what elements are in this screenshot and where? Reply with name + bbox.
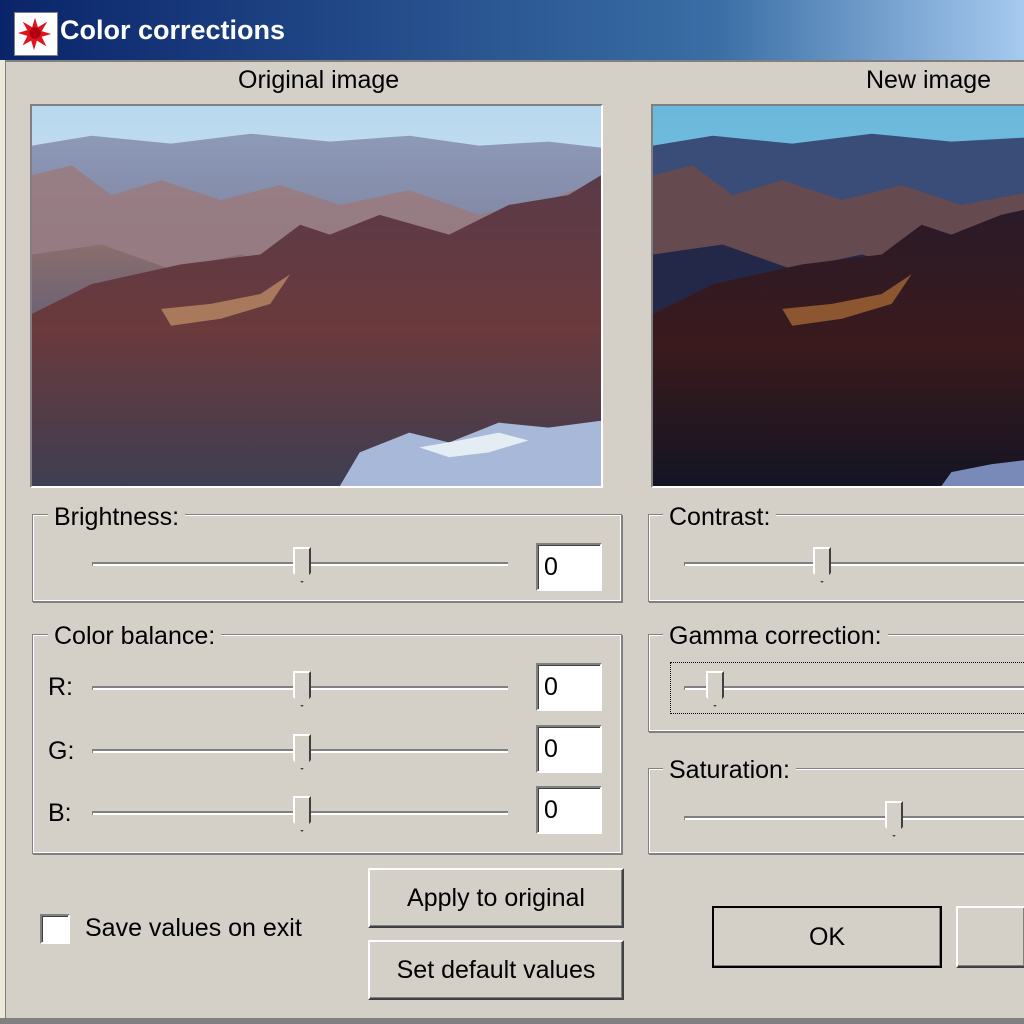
- window-border: [0, 60, 6, 1024]
- contrast-label: Contrast:: [663, 503, 777, 532]
- save-values-label: Save values on exit: [85, 914, 302, 942]
- original-image-preview: [30, 104, 603, 488]
- color-balance-group: [32, 634, 622, 854]
- app-splash-icon: [14, 12, 58, 56]
- red-channel-label: R:: [48, 673, 73, 701]
- green-channel-label: G:: [48, 737, 75, 765]
- gamma-slider-track[interactable]: [684, 686, 1024, 690]
- ok-button[interactable]: OK: [712, 906, 942, 968]
- red-value-field[interactable]: 0: [536, 663, 602, 711]
- cancel-button-partial[interactable]: [956, 906, 1024, 968]
- original-canyon-photo: [32, 106, 601, 486]
- new-image-caption: New image: [866, 66, 992, 94]
- saturation-label: Saturation:: [663, 756, 796, 785]
- original-image-caption: Original image: [238, 66, 400, 94]
- save-values-checkbox[interactable]: [40, 914, 70, 944]
- blue-value-field[interactable]: 0: [536, 786, 602, 834]
- brightness-label: Brightness:: [48, 503, 186, 532]
- window-title: Color corrections: [60, 15, 286, 45]
- saturation-slider-track[interactable]: [684, 816, 1024, 820]
- brightness-value-field[interactable]: 0: [536, 543, 602, 591]
- color-balance-label: Color balance:: [48, 622, 222, 651]
- green-value-field[interactable]: 0: [536, 725, 602, 773]
- gamma-label: Gamma correction:: [663, 622, 888, 651]
- set-default-values-button[interactable]: Set default values: [368, 940, 624, 1000]
- apply-to-original-button[interactable]: Apply to original: [368, 868, 624, 928]
- new-image-preview: [651, 104, 1024, 488]
- corrected-canyon-photo: [653, 106, 1024, 486]
- blue-channel-label: B:: [48, 799, 72, 827]
- window-bottom-border: [0, 1018, 1024, 1024]
- contrast-slider-track[interactable]: [684, 562, 1024, 566]
